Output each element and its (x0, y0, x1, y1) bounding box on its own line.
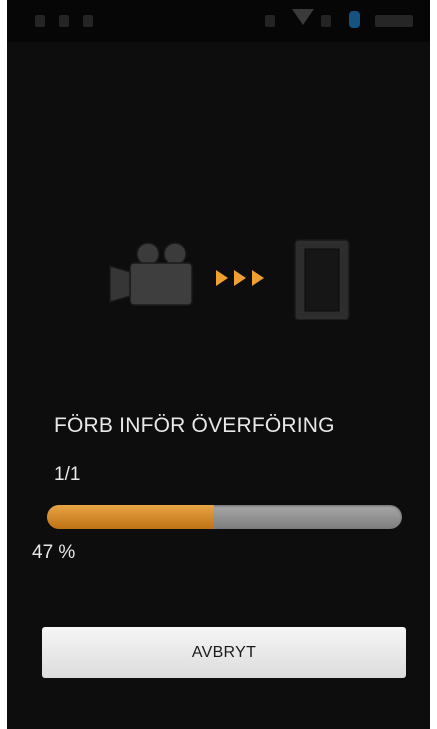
notification-icon (265, 15, 275, 27)
notification-icon (83, 15, 93, 27)
progress-bar (47, 505, 402, 529)
progress-bar-fill (47, 505, 214, 529)
progress-percent-text: 47 % (32, 542, 76, 563)
transfer-graphic (109, 239, 350, 320)
wifi-signal-icon (292, 9, 314, 25)
smartphone-icon (294, 239, 350, 320)
file-count-text: 1/1 (54, 464, 81, 485)
notification-icon (35, 15, 45, 27)
bluetooth-icon (349, 11, 360, 28)
video-camera-icon (109, 242, 193, 306)
transfer-arrows-icon (216, 270, 264, 286)
signal-strength-icon (321, 15, 331, 27)
app-screen: FÖRB INFÖR ÖVERFÖRING 1/1 47 % AVBRYT (7, 0, 430, 729)
notification-icon (59, 15, 69, 27)
transfer-status-text: FÖRB INFÖR ÖVERFÖRING (54, 414, 335, 437)
cancel-button[interactable]: AVBRYT (42, 627, 406, 678)
clock (375, 15, 413, 27)
status-bar (7, 0, 430, 42)
